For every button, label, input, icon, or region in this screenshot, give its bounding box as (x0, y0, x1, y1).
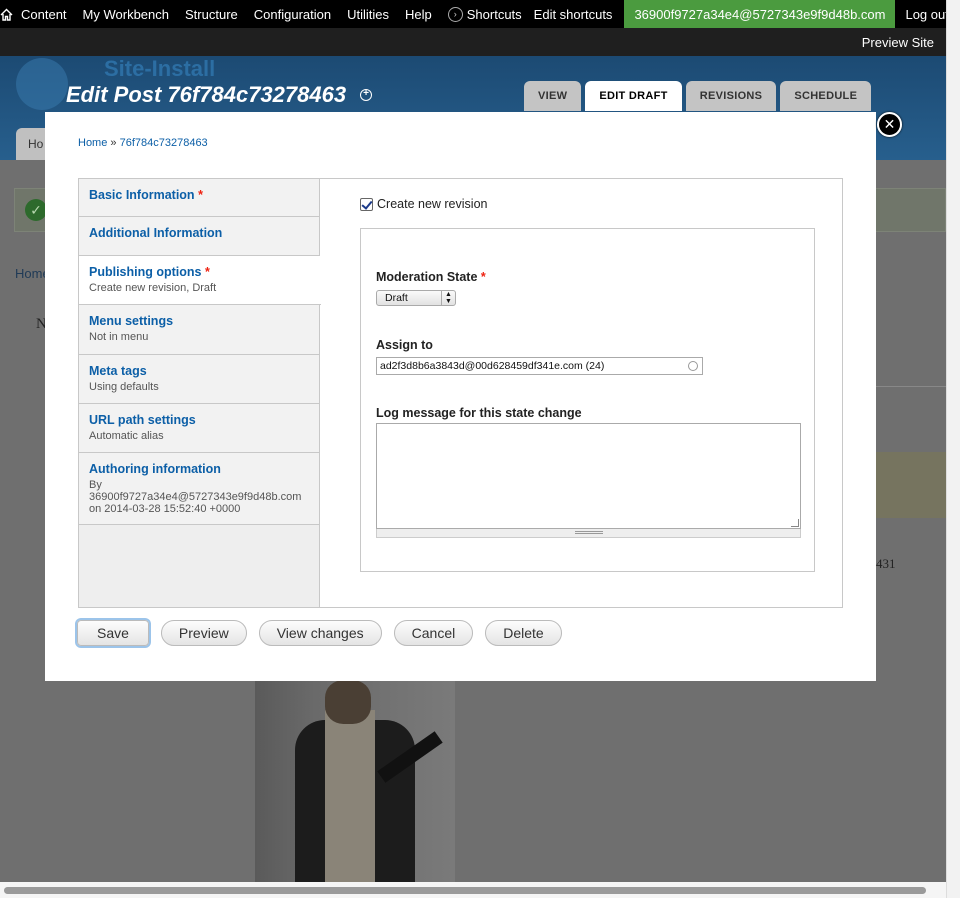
vtab-title: Authoring information (89, 462, 221, 476)
vtab-title: URL path settings (89, 413, 196, 427)
resize-handle-icon[interactable] (791, 519, 799, 527)
tab-view[interactable]: VIEW (524, 81, 582, 111)
content-image (255, 680, 455, 882)
form-actions: Save Preview View changes Cancel Delete (77, 620, 562, 646)
vertical-tabs: Basic Information * Additional Informati… (78, 178, 843, 608)
shortcuts-bar: Preview Site (0, 28, 946, 56)
required-marker: * (480, 270, 486, 284)
background-notice (876, 452, 946, 518)
vtab-summary: Not in menu (89, 331, 149, 343)
required-marker: * (198, 188, 203, 202)
check-icon: ✓ (25, 199, 47, 221)
vertical-tabs-list: Basic Information * Additional Informati… (79, 179, 321, 607)
vtab-summary: By 36900f9727a34e4@5727343e9f9d48b.com o… (89, 479, 302, 515)
primary-tabs: VIEW EDIT DRAFT REVISIONS SCHEDULE (524, 81, 872, 111)
close-icon[interactable]: ✕ (877, 112, 902, 137)
page-title-text: Edit Post 76f784c73278463 (66, 82, 347, 107)
toolbar-link-content[interactable]: Content (13, 7, 75, 22)
vtab-summary: Create new revision, Draft (89, 282, 217, 294)
tab-revisions[interactable]: REVISIONS (685, 81, 777, 111)
breadcrumb-current-link[interactable]: 76f784c73278463 (120, 137, 208, 149)
chevron-right-icon: › (447, 6, 463, 22)
assign-to-input[interactable]: ad2f3d8b6a3843d@00d628459df341e.com (24) (376, 357, 703, 375)
tab-schedule[interactable]: SCHEDULE (780, 81, 872, 111)
autocomplete-throbber-icon (688, 361, 698, 371)
preview-button[interactable]: Preview (160, 620, 247, 646)
vtab-title: Basic Information (89, 188, 195, 202)
toolbar-menu: Content My Workbench Structure Configura… (0, 0, 949, 28)
moderation-state-select[interactable]: Draft ▲ ▼ (376, 290, 456, 306)
shortcuts-toggle[interactable]: › Shortcuts (440, 6, 526, 22)
publishing-options-pane: Create new revision Moderation State * D… (320, 179, 842, 607)
assign-to-value: ad2f3d8b6a3843d@00d628459df341e.com (24) (380, 360, 605, 372)
log-message-label: Log message for this state change (376, 406, 582, 420)
create-revision-label: Create new revision (377, 197, 488, 211)
toolbar-link-utilities[interactable]: Utilities (339, 7, 397, 22)
divider (876, 386, 946, 387)
page-title: Edit Post 76f784c73278463 + (66, 82, 373, 108)
admin-toolbar: Content My Workbench Structure Configura… (0, 0, 949, 56)
vtab-publishing-options[interactable]: Publishing options * Create new revision… (79, 256, 321, 305)
drupal-logo-icon (16, 58, 68, 110)
preview-site-link[interactable]: Preview Site (862, 35, 934, 50)
edit-modal: Home » 76f784c73278463 Basic Information… (45, 112, 876, 681)
user-account-link[interactable]: 36900f9727a34e4@5727343e9f9d48b.com (624, 0, 896, 28)
modal-breadcrumb: Home » 76f784c73278463 (78, 137, 208, 149)
vtab-additional-information[interactable]: Additional Information (79, 217, 319, 256)
edit-shortcuts-link[interactable]: Edit shortcuts (526, 7, 621, 22)
scrollbar-thumb[interactable] (4, 887, 926, 894)
moderation-state-value: Draft (385, 292, 408, 304)
vtab-meta-tags[interactable]: Meta tags Using defaults (79, 355, 319, 404)
add-shortcut-icon[interactable]: + (360, 89, 373, 101)
vtab-title: Meta tags (89, 364, 147, 378)
vertical-scrollbar[interactable] (946, 0, 960, 898)
home-icon[interactable] (0, 8, 13, 21)
toolbar-link-configuration[interactable]: Configuration (246, 7, 339, 22)
site-name[interactable]: Site-Install (104, 56, 215, 82)
vtab-authoring-information[interactable]: Authoring information By 36900f9727a34e4… (79, 453, 319, 525)
textarea-grippie[interactable] (376, 529, 801, 538)
assign-to-label: Assign to (376, 338, 433, 352)
vtab-url-path-settings[interactable]: URL path settings Automatic alias (79, 404, 319, 453)
checkbox-checked-icon[interactable] (360, 197, 373, 211)
cancel-button[interactable]: Cancel (393, 620, 474, 646)
save-button[interactable]: Save (77, 620, 149, 646)
breadcrumb-separator: » (110, 137, 117, 149)
required-marker: * (204, 265, 210, 279)
view-changes-button[interactable]: View changes (258, 620, 382, 646)
vtab-menu-settings[interactable]: Menu settings Not in menu (79, 305, 319, 355)
moderation-state-label: Moderation State * (376, 270, 486, 284)
toolbar-link-help[interactable]: Help (397, 7, 440, 22)
vtab-summary: Automatic alias (89, 430, 164, 442)
vtab-basic-information[interactable]: Basic Information * (79, 179, 319, 217)
log-message-textarea[interactable] (376, 423, 801, 529)
create-revision-checkbox[interactable]: Create new revision (360, 197, 487, 211)
vtab-summary: Using defaults (89, 381, 159, 393)
vtab-title: Publishing options (89, 265, 202, 279)
moderation-fieldset: Moderation State * Draft ▲ ▼ Assign to ad… (360, 228, 815, 572)
tab-edit-draft[interactable]: EDIT DRAFT (585, 81, 682, 111)
toolbar-link-structure[interactable]: Structure (177, 7, 246, 22)
vtab-title: Additional Information (89, 226, 223, 240)
toolbar-link-my-workbench[interactable]: My Workbench (75, 7, 177, 22)
vtab-title: Menu settings (89, 314, 174, 328)
breadcrumb-home-link[interactable]: Home (78, 137, 107, 149)
shortcuts-label: Shortcuts (466, 6, 522, 22)
delete-button[interactable]: Delete (485, 620, 562, 646)
select-arrows-icon: ▲ ▼ (441, 291, 455, 305)
background-number: 431 (876, 556, 896, 571)
horizontal-scrollbar[interactable] (0, 882, 946, 898)
